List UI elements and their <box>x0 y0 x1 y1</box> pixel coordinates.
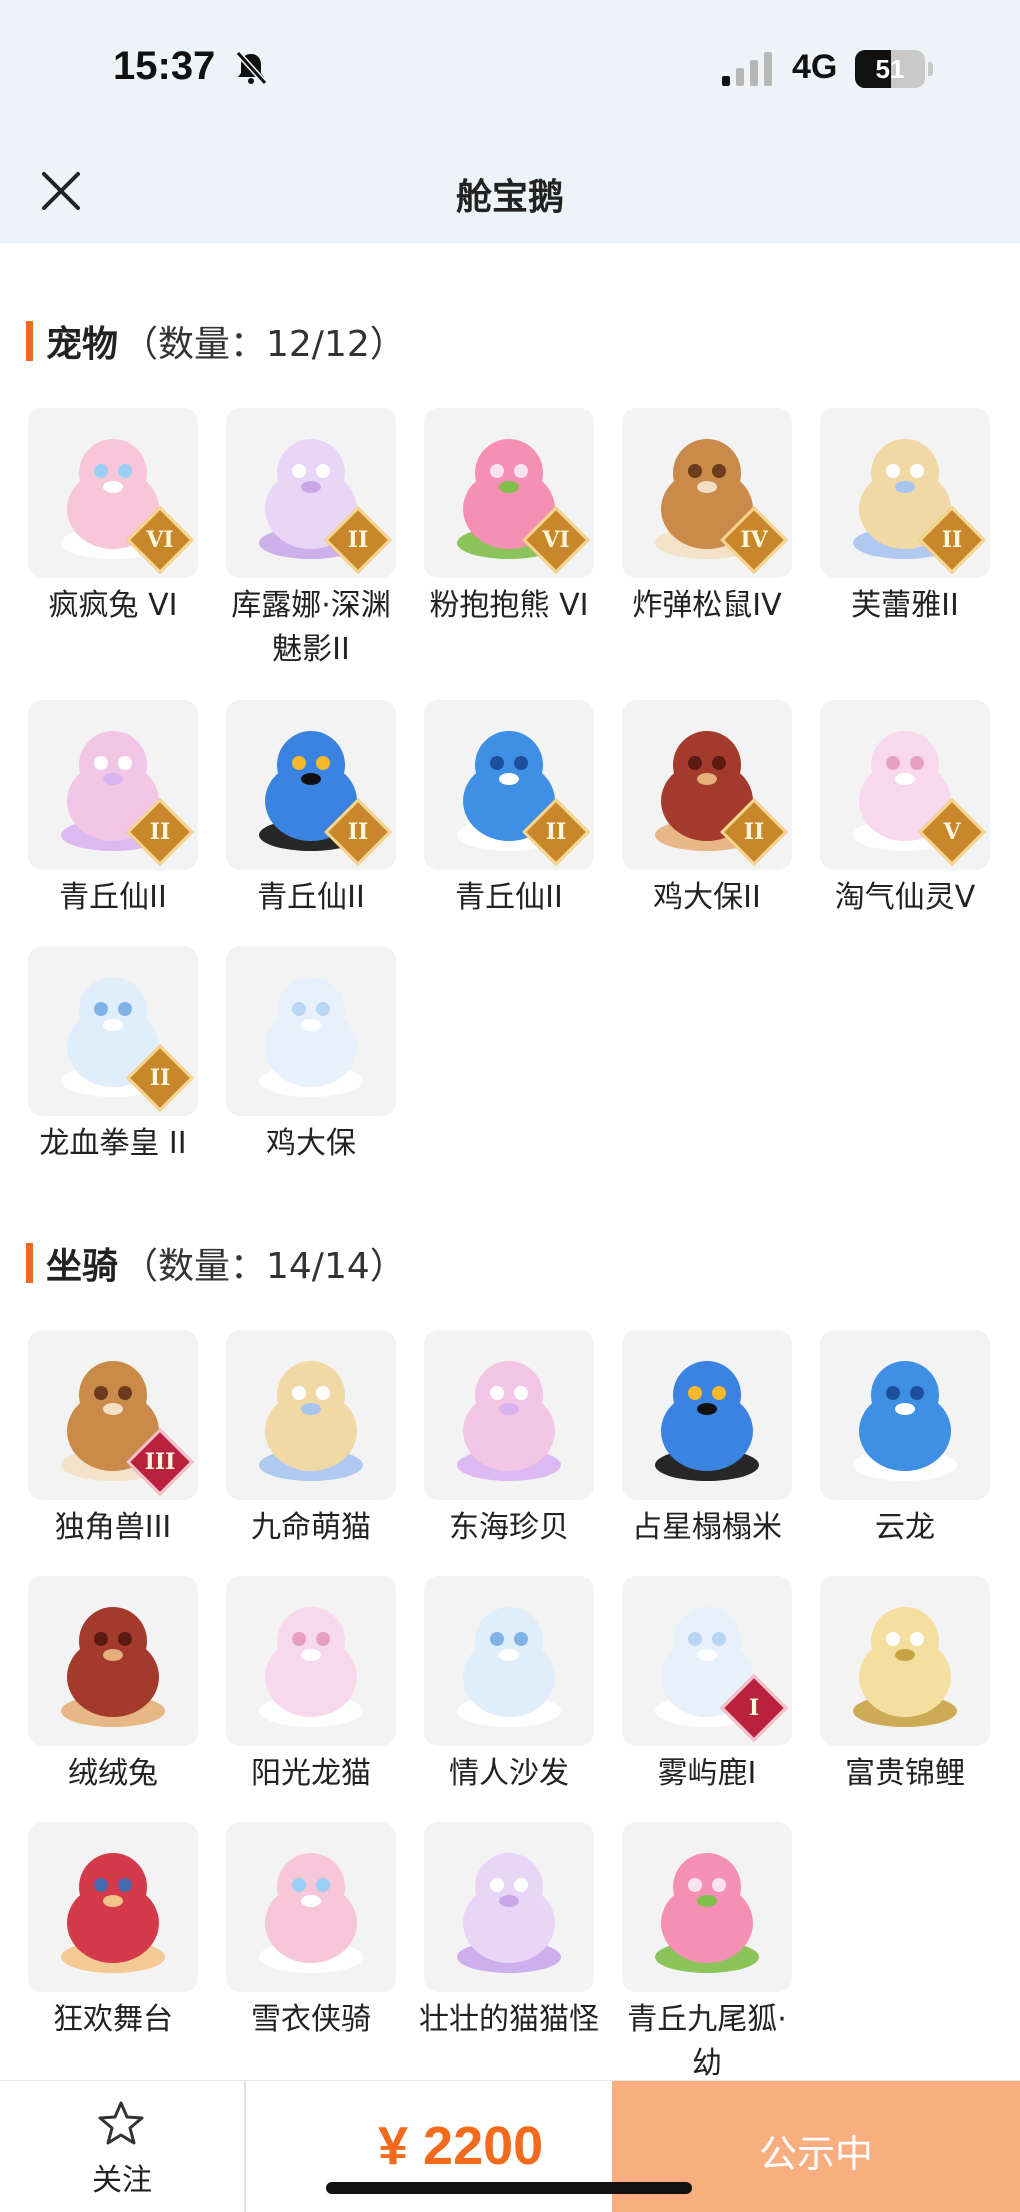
rank-badge-text: II <box>743 819 765 845</box>
status-time: 15:37 <box>113 44 216 88</box>
item-label: 库露娜·深渊魅影II <box>231 588 391 667</box>
pet-image: II <box>226 408 396 578</box>
pet-image: II <box>820 408 990 578</box>
item-label: 雾屿鹿I <box>657 1756 757 1791</box>
bell-muted-icon <box>235 50 268 86</box>
item-label: 淘气仙灵V <box>834 880 976 915</box>
mount-image <box>424 1576 594 1746</box>
item-label: 独角兽III <box>54 1510 172 1545</box>
network-type: 4G <box>792 48 838 86</box>
item-label: 龙血拳皇 II <box>39 1126 187 1161</box>
pet-image: VI <box>28 408 198 578</box>
item-label: 鸡大保 <box>266 1126 356 1161</box>
item-label: 绒绒兔 <box>68 1756 158 1791</box>
item-label: 云龙 <box>875 1510 935 1545</box>
rank-badge-text: II <box>347 527 369 553</box>
rank-badge-text: VI <box>542 527 570 553</box>
item-label: 阳光龙猫 <box>251 1756 371 1791</box>
battery-icon: 51 <box>855 50 935 88</box>
mount-image <box>28 1822 198 1992</box>
section-accent-bar <box>26 321 33 361</box>
status-button-label: 公示中 <box>758 2132 873 2176</box>
price: ¥ 2200 <box>378 2116 544 2176</box>
mount-image <box>226 1822 396 1992</box>
home-indicator <box>326 2182 692 2194</box>
section-title: 坐骑 <box>46 1246 119 1287</box>
section-count: （数量：14/14） <box>122 1246 406 1287</box>
mount-image <box>226 1576 396 1746</box>
pet-image: II <box>226 700 396 870</box>
pet-image: II <box>622 700 792 870</box>
star-icon <box>98 2101 144 2145</box>
rank-badge-text: II <box>545 819 567 845</box>
item-label: 青丘仙II <box>257 880 365 915</box>
pet-image <box>226 946 396 1116</box>
mount-image <box>424 1822 594 1992</box>
mount-image <box>622 1330 792 1500</box>
rank-badge-text: III <box>144 1449 176 1475</box>
item-label: 青丘九尾狐·幼 <box>627 2002 787 2081</box>
item-label: 雪衣侠骑 <box>251 2002 371 2037</box>
item-label: 情人沙发 <box>449 1756 569 1791</box>
item-label: 疯疯兔 VI <box>48 588 178 623</box>
section-count: （数量：12/12） <box>122 324 406 365</box>
mount-image <box>622 1822 792 1992</box>
item-label: 青丘仙II <box>59 880 167 915</box>
mount-image: I <box>622 1576 792 1746</box>
mount-image <box>28 1576 198 1746</box>
pet-image: II <box>28 700 198 870</box>
mount-image <box>820 1576 990 1746</box>
item-label: 鸡大保II <box>653 880 761 915</box>
pet-image: II <box>424 700 594 870</box>
pet-image: VI <box>424 408 594 578</box>
item-label: 东海珍贝 <box>449 1510 569 1545</box>
page-title: 舱宝鹅 <box>455 177 564 218</box>
item-label: 粉抱抱熊 VI <box>429 588 589 623</box>
signal-icon <box>722 52 772 86</box>
item-label: 壮壮的猫猫怪 <box>419 2002 599 2037</box>
section-title: 宠物 <box>46 324 119 365</box>
rank-badge-text: II <box>149 1065 171 1091</box>
mount-image <box>226 1330 396 1500</box>
item-label: 芙蕾雅II <box>851 588 959 623</box>
item-label: 占星榻榻米 <box>632 1510 782 1545</box>
rank-badge-text: II <box>941 527 963 553</box>
rank-badge-text: V <box>943 819 961 845</box>
item-label: 狂欢舞台 <box>53 2002 173 2037</box>
top-header: 15:37 4G 51 舱宝鹅 <box>0 0 1020 243</box>
rank-badge-text: II <box>149 819 171 845</box>
pet-image: IV <box>622 408 792 578</box>
pet-image: V <box>820 700 990 870</box>
item-label: 炸弹松鼠IV <box>632 588 782 623</box>
mount-image <box>424 1330 594 1500</box>
follow-button[interactable]: 关注 <box>0 2081 246 2212</box>
mount-image: III <box>28 1330 198 1500</box>
item-label: 青丘仙II <box>455 880 563 915</box>
battery-level: 51 <box>875 54 905 84</box>
section-accent-bar <box>26 1243 33 1283</box>
rank-badge-text: IV <box>740 527 768 553</box>
rank-badge-text: II <box>347 819 369 845</box>
rank-badge-text: I <box>748 1695 760 1721</box>
rank-badge-text: VI <box>146 527 174 553</box>
pet-image: II <box>28 946 198 1116</box>
follow-label: 关注 <box>92 2163 152 2198</box>
item-label: 富贵锦鲤 <box>845 1756 965 1791</box>
mount-image <box>820 1330 990 1500</box>
item-label: 九命萌猫 <box>251 1510 371 1545</box>
